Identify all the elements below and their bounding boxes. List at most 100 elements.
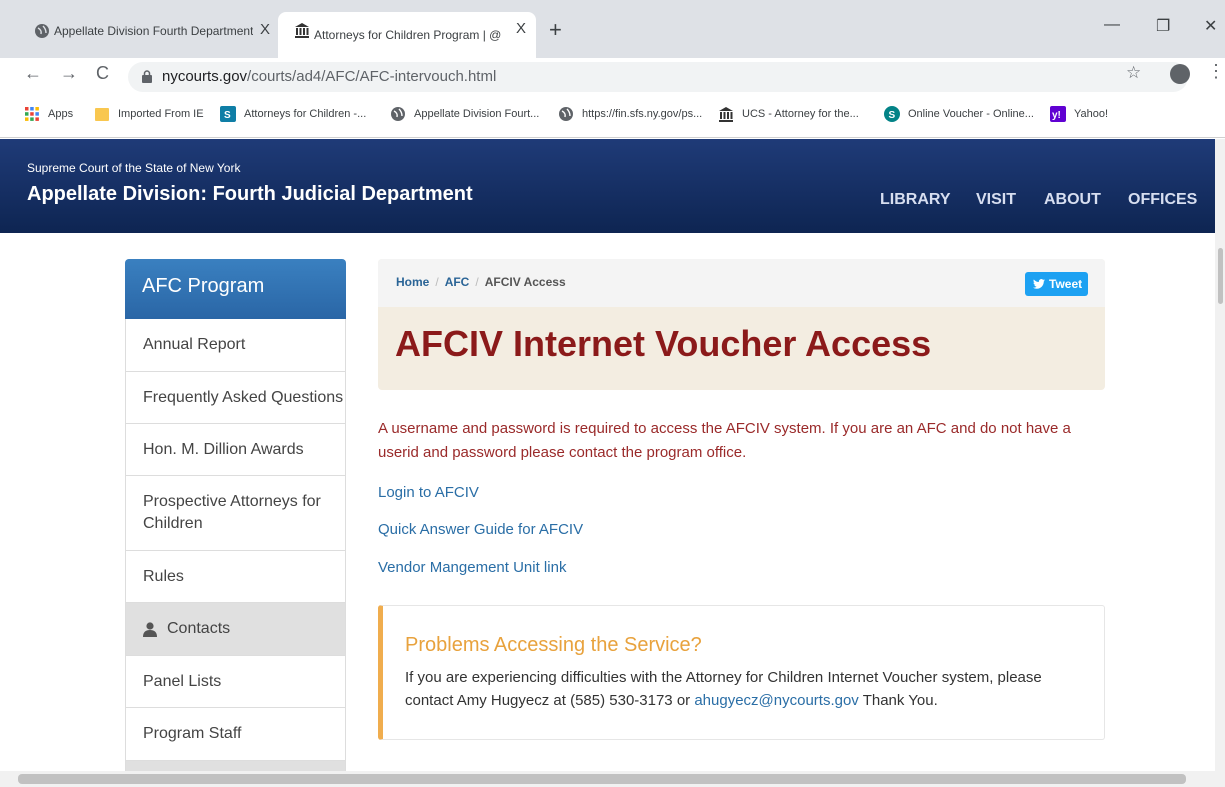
vertical-scrollbar[interactable]	[1215, 139, 1225, 771]
breadcrumb-home[interactable]: Home	[396, 275, 429, 289]
site-title[interactable]: Appellate Division: Fourth Judicial Depa…	[27, 183, 473, 206]
apps-grid-icon	[25, 107, 39, 121]
back-arrow-icon[interactable]: ←	[24, 63, 42, 84]
close-tab-icon[interactable]: X	[516, 20, 526, 37]
breadcrumb-separator: /	[435, 275, 439, 289]
tweet-button[interactable]: Tweet	[1025, 272, 1088, 296]
close-window-button[interactable]: ✕	[1204, 16, 1217, 36]
twitter-bird-icon	[1033, 279, 1045, 289]
sidebar-item-prospective-attorneys[interactable]: Prospective Attorneys for Children	[125, 476, 346, 551]
breadcrumb-trail: Home / AFC / AFCIV Access	[396, 275, 566, 289]
bookmark-label: Yahoo!	[1074, 108, 1109, 120]
profile-avatar-icon[interactable]	[1170, 64, 1190, 84]
bookmark-apps[interactable]: Apps	[24, 106, 73, 122]
page-title: AFCIV Internet Voucher Access	[395, 323, 932, 364]
breadcrumb: Home / AFC / AFCIV Access Tweet	[378, 259, 1105, 307]
browser-menu-icon[interactable]: ⋮	[1207, 61, 1225, 82]
tweet-label: Tweet	[1049, 277, 1083, 291]
quick-answer-guide-link[interactable]: Quick Answer Guide for AFCIV	[378, 521, 583, 538]
nav-about[interactable]: ABOUT	[1044, 191, 1101, 209]
globe-icon	[559, 107, 573, 121]
sidebar-item-label: Prospective Attorneys for Children	[143, 493, 321, 532]
nav-visit[interactable]: VISIT	[976, 191, 1016, 209]
sidebar-item-label: Frequently Asked Questions	[143, 388, 344, 406]
bookmark-attorneys-for-children[interactable]: S Attorneys for Children -...	[220, 106, 366, 122]
courthouse-icon	[719, 107, 733, 122]
svg-text:S: S	[889, 110, 896, 121]
bookmark-appellate-division[interactable]: Appellate Division Fourt...	[390, 106, 539, 122]
browser-tab-appellate[interactable]: Appellate Division Fourth Department X	[18, 14, 280, 48]
svg-text:S: S	[224, 110, 231, 121]
maximize-button[interactable]: ❐	[1156, 16, 1170, 36]
login-afciv-link[interactable]: Login to AFCIV	[378, 484, 479, 501]
vertical-scrollbar-thumb[interactable]	[1218, 248, 1223, 304]
bookmark-label: UCS - Attorney for the...	[742, 108, 859, 120]
sidebar-item-label: Program Staff	[143, 725, 242, 742]
sidebar: AFC Program Annual Report Frequently Ask…	[125, 259, 346, 771]
folder-icon	[95, 108, 109, 121]
bookmark-label: Apps	[48, 108, 74, 120]
bookmark-ucs-attorney[interactable]: UCS - Attorney for the...	[718, 106, 859, 122]
bookmark-imported-from-ie[interactable]: Imported From IE	[94, 106, 204, 122]
forward-arrow-icon[interactable]: →	[60, 63, 78, 84]
bookmark-yahoo[interactable]: y! Yahoo!	[1050, 106, 1108, 122]
breadcrumb-current: AFCIV Access	[484, 275, 566, 289]
sidebar-item-panel-lists[interactable]: Panel Lists	[125, 656, 346, 708]
lock-icon	[142, 70, 152, 83]
svg-text:y!: y!	[1052, 110, 1061, 121]
yahoo-icon: y!	[1050, 106, 1066, 122]
sidebar-item-dillion-awards[interactable]: Hon. M. Dillion Awards	[125, 424, 346, 476]
sidebar-item-label: Annual Report	[143, 336, 246, 353]
sidebar-item-annual-report[interactable]: Annual Report	[125, 319, 346, 372]
sidebar-item-label: Contacts	[167, 620, 231, 637]
globe-icon	[391, 107, 405, 121]
breadcrumb-separator: /	[475, 275, 479, 289]
tab-title: Attorneys for Children Program | @NYA	[314, 28, 502, 42]
reload-icon[interactable]: C	[96, 63, 109, 84]
close-tab-icon[interactable]: X	[260, 21, 270, 38]
browser-toolbar: ← → C nycourts.gov/courts/ad4/AFC/AFC-in…	[0, 58, 1225, 94]
bookmark-label: Online Voucher - Online...	[908, 108, 1034, 120]
bookmark-fin-sfs[interactable]: https://fin.sfs.ny.gov/ps...	[558, 106, 702, 122]
nav-library[interactable]: LIBRARY	[880, 191, 951, 209]
site-header: Supreme Court of the State of New York A…	[0, 139, 1225, 233]
browser-tab-strip: Appellate Division Fourth Department X A…	[0, 0, 1225, 58]
browser-tab-afc[interactable]: Attorneys for Children Program | @NYA X	[278, 12, 536, 58]
bookmark-star-icon[interactable]: ☆	[1126, 63, 1141, 83]
sharepoint-icon: S	[884, 106, 900, 122]
bookmark-label: Attorneys for Children -...	[244, 108, 367, 120]
court-name: Supreme Court of the State of New York	[27, 161, 241, 175]
alert-body: If you are experiencing difficulties wit…	[405, 666, 1085, 712]
nav-offices[interactable]: OFFICES	[1128, 191, 1197, 209]
bookmark-label: Imported From IE	[118, 108, 204, 120]
horizontal-scrollbar-thumb[interactable]	[18, 774, 1186, 784]
bookmark-label: Appellate Division Fourt...	[414, 108, 540, 120]
tab-title: Appellate Division Fourth Department	[54, 24, 254, 38]
bookmarks-bar: Apps Imported From IE S Attorneys for Ch…	[0, 94, 1225, 138]
sidebar-item-contacts[interactable]: Contacts	[125, 603, 346, 656]
person-icon	[143, 621, 157, 637]
breadcrumb-afc[interactable]: AFC	[445, 275, 470, 289]
url-host: nycourts.gov	[162, 68, 248, 85]
sidebar-item-label: Rules	[143, 567, 184, 585]
alert-title: Problems Accessing the Service?	[405, 634, 702, 656]
address-bar[interactable]: nycourts.gov/courts/ad4/AFC/AFC-intervou…	[128, 62, 1188, 92]
sidebar-item-partial[interactable]	[125, 761, 346, 771]
url-text: nycourts.gov/courts/ad4/AFC/AFC-intervou…	[162, 68, 496, 85]
url-path: /courts/ad4/AFC/AFC-intervouch.html	[247, 68, 497, 85]
sidebar-title[interactable]: AFC Program	[125, 259, 346, 319]
sidebar-item-rules[interactable]: Rules	[125, 551, 346, 603]
bookmark-label: https://fin.sfs.ny.gov/ps...	[582, 108, 703, 120]
bookmark-online-voucher[interactable]: S Online Voucher - Online...	[884, 106, 1034, 122]
vendor-management-link[interactable]: Vendor Mangement Unit link	[378, 559, 566, 576]
alert-text-end: Thank You.	[858, 692, 938, 709]
sidebar-item-program-staff[interactable]: Program Staff	[125, 708, 346, 761]
contact-email-link[interactable]: ahugyecz@nycourts.gov	[694, 692, 858, 709]
sidebar-item-label: Panel Lists	[143, 672, 222, 690]
minimize-button[interactable]: —	[1104, 16, 1120, 34]
problems-alert-box: Problems Accessing the Service? If you a…	[378, 605, 1105, 740]
new-tab-button[interactable]: +	[549, 19, 562, 41]
sidebar-item-faq[interactable]: Frequently Asked Questions	[125, 372, 346, 424]
sharepoint-icon: S	[220, 106, 236, 122]
intro-text: A username and password is required to a…	[378, 420, 1071, 461]
